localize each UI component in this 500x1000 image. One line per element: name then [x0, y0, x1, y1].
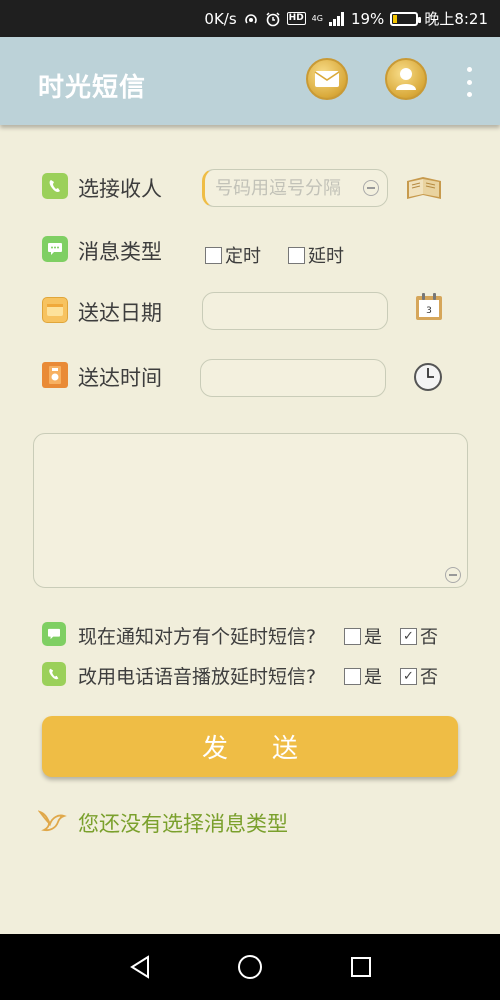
send-button[interactable]: 发送 [42, 716, 458, 777]
voice-yes-checkbox[interactable]: 是 [344, 663, 382, 689]
clear-icon[interactable] [363, 180, 379, 196]
checkbox-label: 是 [364, 627, 382, 648]
contact-icon [396, 68, 416, 90]
clock-icon[interactable] [413, 362, 443, 392]
calendar-day: 3 [426, 306, 432, 316]
message-type-label: 消息类型 [78, 240, 162, 264]
checkbox-label: 是 [364, 667, 382, 688]
recipient-input[interactable] [205, 170, 387, 206]
message-body-field[interactable] [33, 433, 468, 588]
checkbox-box[interactable] [344, 627, 361, 645]
phone-icon [42, 662, 66, 686]
hotspot-icon [243, 11, 259, 27]
scheduled-checkbox[interactable]: 定时 [205, 242, 261, 268]
hd-icon: HD [286, 12, 306, 25]
battery-icon [390, 11, 422, 26]
voice-no-checkbox[interactable]: ✓ 否 [400, 663, 438, 689]
recents-square-icon[interactable] [346, 952, 376, 982]
chat-icon [42, 622, 66, 646]
date-label: 送达日期 [78, 301, 162, 325]
recipient-label: 选接收人 [78, 177, 162, 201]
mail-icon [314, 71, 340, 87]
calendar-icon[interactable]: 3 [414, 292, 444, 322]
voice-question: 改用电话语音播放延时短信? [78, 666, 317, 688]
more-vert-icon[interactable] [462, 67, 476, 97]
time-icon [42, 362, 68, 388]
notify-question: 现在通知对方有个延时短信? [78, 626, 317, 648]
checkbox-box[interactable] [344, 667, 361, 685]
app-header: 时光短信 [0, 37, 500, 125]
contact-button[interactable] [385, 58, 427, 100]
date-input[interactable] [203, 293, 387, 329]
network-speed: 0K/s [204, 9, 237, 28]
checkbox-box[interactable]: ✓ [400, 667, 417, 685]
status-message: 您还没有选择消息类型 [78, 812, 288, 836]
mail-button[interactable] [306, 58, 348, 100]
address-book-icon[interactable] [405, 173, 443, 203]
checkbox-label: 否 [420, 627, 438, 648]
date-field[interactable] [202, 292, 388, 330]
app-title: 时光短信 [38, 73, 147, 103]
checkbox-label: 定时 [225, 246, 261, 267]
checkbox-box[interactable] [288, 246, 305, 264]
checkbox-label: 否 [420, 667, 438, 688]
checkbox-label: 延时 [308, 246, 344, 267]
signal-icon [328, 11, 345, 26]
battery-percent: 19% [350, 9, 385, 28]
time-field[interactable] [200, 359, 386, 397]
clear-icon[interactable] [445, 567, 461, 583]
checkbox-box[interactable]: ✓ [400, 627, 417, 645]
time-input[interactable] [201, 360, 385, 396]
alarm-icon [265, 11, 281, 27]
home-circle-icon[interactable] [235, 952, 265, 982]
back-triangle-icon[interactable] [125, 952, 155, 982]
chat-icon [42, 236, 68, 262]
status-bar: 0K/s HD 4G 19% 晚上8:21 [0, 0, 500, 37]
date-folder-icon [42, 297, 68, 323]
navigation-bar [0, 934, 500, 1000]
bird-icon [37, 806, 68, 834]
send-button-label: 发送 [201, 734, 342, 764]
delayed-checkbox[interactable]: 延时 [288, 242, 344, 268]
time-label: 送达时间 [78, 366, 162, 390]
notify-no-checkbox[interactable]: ✓ 否 [400, 623, 438, 649]
notify-yes-checkbox[interactable]: 是 [344, 623, 382, 649]
clock-time: 晚上8:21 [424, 10, 488, 28]
recipient-field[interactable] [202, 169, 388, 207]
checkbox-box[interactable] [205, 246, 222, 264]
phone-icon [42, 173, 68, 199]
network-type: 4G [311, 13, 323, 23]
